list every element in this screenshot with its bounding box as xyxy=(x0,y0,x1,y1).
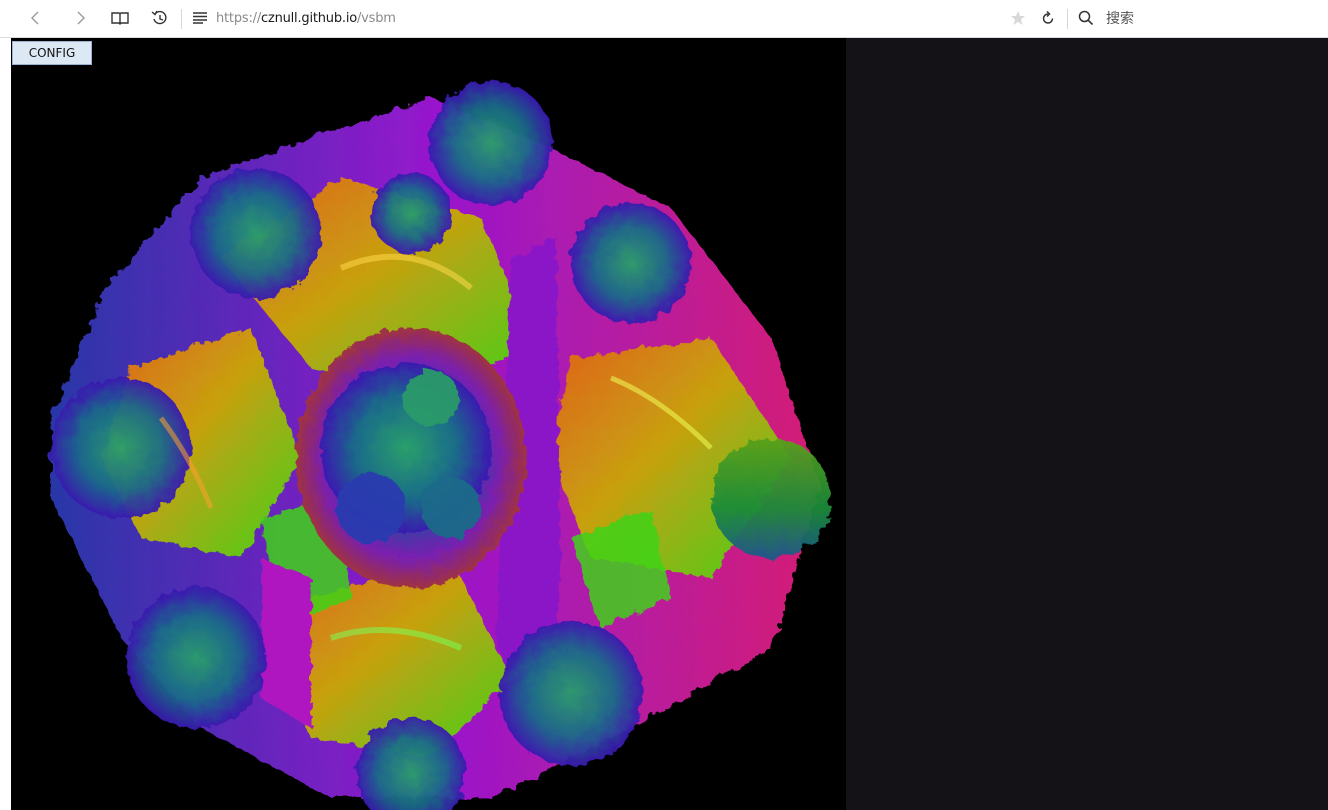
toolbar-separator xyxy=(181,9,182,29)
history-icon xyxy=(151,10,167,25)
reload-button[interactable] xyxy=(1036,6,1060,30)
url-text: https://cznull.github.io/vsbm xyxy=(216,11,396,26)
favorite-button[interactable] xyxy=(1006,6,1030,30)
chevron-left-icon xyxy=(31,11,39,25)
forward-button[interactable] xyxy=(68,6,92,30)
history-button[interactable] xyxy=(148,6,172,30)
address-bar[interactable]: https://cznull.github.io/vsbm xyxy=(192,6,992,30)
config-button[interactable]: CONFIG xyxy=(12,41,92,65)
reload-icon xyxy=(1042,10,1054,24)
side-panel xyxy=(846,38,1328,810)
back-button[interactable] xyxy=(24,6,48,30)
url-host: cznull.github.io xyxy=(261,10,357,26)
chevron-right-icon xyxy=(77,11,85,25)
page-viewport: CONFIG xyxy=(0,38,1328,810)
star-icon xyxy=(1011,11,1025,25)
book-icon xyxy=(111,12,129,25)
search-box[interactable]: 搜索 xyxy=(1078,6,1318,30)
search-icon xyxy=(1078,10,1094,26)
url-path: /vsbm xyxy=(357,10,396,26)
toolbar-separator xyxy=(1067,9,1068,29)
reader-button[interactable] xyxy=(108,6,132,30)
fractal-render-canvas[interactable] xyxy=(11,38,846,810)
fractal-image xyxy=(51,81,831,810)
browser-toolbar: https://cznull.github.io/vsbm 搜索 xyxy=(0,0,1328,38)
menu-icon xyxy=(192,12,208,24)
url-scheme: https:// xyxy=(216,10,261,26)
search-placeholder: 搜索 xyxy=(1106,11,1134,27)
